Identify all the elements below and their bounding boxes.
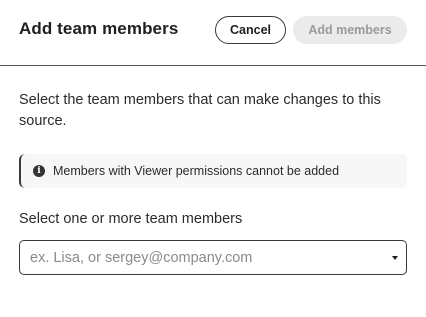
member-select[interactable] [19,240,407,275]
info-notice: i Members with Viewer permissions cannot… [19,154,407,188]
info-icon: i [33,165,45,177]
dialog-description: Select the team members that can make ch… [19,92,381,129]
member-search-input[interactable] [30,249,392,266]
chevron-down-icon[interactable] [392,255,398,260]
member-field-label: Select one or more team members [19,211,243,227]
notice-text: Members with Viewer permissions cannot b… [53,164,340,178]
dialog-header: Add team members Cancel Add members [0,0,426,66]
add-members-button[interactable]: Add members [293,16,407,44]
cancel-button[interactable]: Cancel [215,16,286,44]
dialog-title: Add team members [19,19,179,38]
